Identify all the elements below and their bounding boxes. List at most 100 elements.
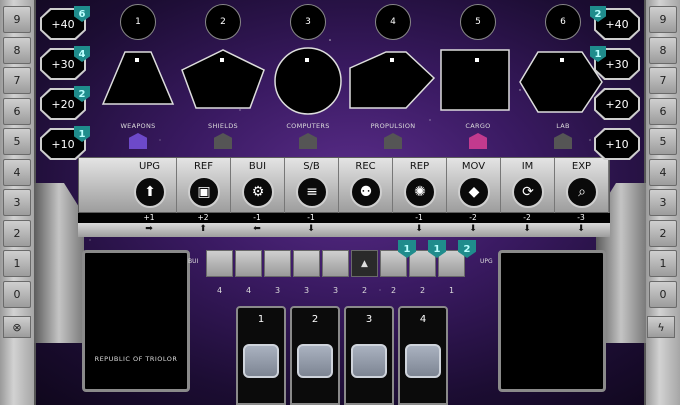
module-slot-number-3[interactable]: 3 [290, 4, 326, 40]
action-label: REP [409, 161, 430, 172]
ship-track-value: 2 [361, 286, 368, 295]
action-label: BUI [248, 161, 267, 172]
action-label: REF [193, 161, 214, 172]
action-arrow-icon: ⬇ [469, 224, 477, 234]
left-track-cell-8[interactable]: 8 [3, 36, 31, 64]
module-slot-weapons[interactable] [93, 44, 183, 118]
action-arrow-strip: ➡ ⬆ ⬅ ⬇ ⬇ ⬇ ⬇ ⬇ [78, 223, 610, 237]
ship-track-value: 3 [274, 286, 281, 295]
action-rep[interactable]: REP ✺ [393, 158, 447, 214]
ship-track-cell[interactable]: ▲ [351, 250, 378, 277]
action-label: S/B [303, 161, 320, 172]
bottom-slot-2[interactable]: 2 [290, 306, 340, 405]
ship-track-cell[interactable] [293, 250, 320, 277]
module-slot-cargo[interactable] [433, 44, 523, 118]
module-slot-number-4[interactable]: 4 [375, 4, 411, 40]
ship-track-value: 3 [332, 286, 339, 295]
right-track-cell-0[interactable]: 0 [649, 280, 677, 308]
module-slot-computers[interactable] [263, 44, 353, 118]
left-track-cell-2[interactable]: 2 [3, 219, 31, 247]
recruit-icon: ⚉ [350, 176, 382, 208]
left-track-cell-6[interactable]: 6 [3, 97, 31, 125]
right-track-cell-7[interactable]: 7 [649, 67, 677, 94]
ship-track-cell[interactable] [235, 250, 262, 277]
module-slot-propulsion[interactable] [348, 44, 438, 118]
right-track-cell-6[interactable]: 6 [649, 97, 677, 125]
module-slot-number-2[interactable]: 2 [205, 4, 241, 40]
action-label: UPG [138, 161, 161, 172]
action-mov[interactable]: MOV ◆ [447, 158, 501, 214]
bottom-slot-tile [351, 344, 387, 378]
bottom-slot-3[interactable]: 3 [344, 306, 394, 405]
module-label-computers: COMPUTERS [286, 122, 330, 130]
ship-track-value: 2 [390, 286, 397, 295]
draw-card-slot[interactable] [498, 250, 606, 392]
action-im[interactable]: IM ⟳ [501, 158, 555, 214]
cargo-icon [469, 133, 487, 149]
action-arrow-icon: ⬇ [577, 224, 585, 234]
action-arrow-icon: ⬇ [307, 224, 315, 234]
refine-icon: ▣ [188, 176, 220, 208]
ship-track-value: 4 [216, 286, 223, 295]
left-track-cell-4[interactable]: 4 [3, 158, 31, 186]
left-track-cell-5[interactable]: 5 [3, 128, 31, 155]
ship-track-cell[interactable] [264, 250, 291, 277]
game-board: 9876543210 9876543210 ⊗ ϟ UPG ⬆ REF ▣ BUI ⚙ S/… [0, 0, 680, 405]
left-track-cell-3[interactable]: 3 [3, 189, 31, 216]
bottom-slot-number: 3 [365, 314, 373, 325]
bottom-slot-number: 1 [257, 314, 265, 325]
action-upg[interactable]: UPG ⬆ [123, 158, 177, 214]
action-cost: -1 [307, 213, 315, 222]
right-track-cell-4[interactable]: 4 [649, 158, 677, 186]
action-bui[interactable]: BUI ⚙ [231, 158, 285, 214]
player-card[interactable] [82, 250, 190, 392]
right-score-track: 9 8 7 6 5 4 3 2 1 0 [644, 0, 680, 405]
right-track-cell-9[interactable]: 9 [649, 6, 677, 33]
right-track-cell-5[interactable]: 5 [649, 128, 677, 155]
lab-icon [554, 133, 572, 149]
bottom-slot-4[interactable]: 4 [398, 306, 448, 405]
engine-icon [384, 133, 402, 149]
ship-track-value: 3 [303, 286, 310, 295]
action-arrow-icon: ➡ [145, 224, 153, 234]
sell-buy-icon: ≡ [296, 176, 328, 208]
action-arrow-icon: ⬇ [523, 224, 531, 234]
explore-icon: ⌕ [566, 176, 598, 208]
action-cost: -3 [577, 213, 585, 222]
action-ref[interactable]: REF ▣ [177, 158, 231, 214]
module-label-propulsion: PROPULSION [370, 122, 416, 130]
action-label: EXP [571, 161, 592, 172]
module-slot-number-1[interactable]: 1 [120, 4, 156, 40]
faction-marker-icon: ⊗ [3, 316, 31, 338]
player-card-title: REPUBLIC OF TRIOLOR [94, 355, 178, 363]
left-track-cell-1[interactable]: 1 [3, 250, 31, 277]
right-bonus-3[interactable]: +10 [594, 128, 640, 160]
bottom-slot-1[interactable]: 1 [236, 306, 286, 405]
action-s-b[interactable]: S/B ≡ [285, 158, 339, 214]
module-slot-lab[interactable] [518, 44, 608, 118]
left-track-cell-7[interactable]: 7 [3, 67, 31, 94]
shield-icon [214, 133, 232, 149]
action-rec[interactable]: REC ⚉ [339, 158, 393, 214]
action-exp[interactable]: EXP ⌕ [555, 158, 609, 214]
right-track-cell-1[interactable]: 1 [649, 250, 677, 277]
action-arrow-icon: ⬆ [199, 224, 207, 234]
ship-track-cell[interactable] [322, 250, 349, 277]
right-track-cell-3[interactable]: 3 [649, 189, 677, 216]
module-slot-number-5[interactable]: 5 [460, 4, 496, 40]
chip-icon [299, 133, 317, 149]
right-track-cell-8[interactable]: 8 [649, 36, 677, 64]
left-score-track: 9 8 7 6 5 4 3 2 1 0 [0, 0, 36, 405]
improve-icon: ⟳ [512, 176, 544, 208]
module-slot-shields[interactable] [178, 44, 268, 118]
ship-track-value: 4 [245, 286, 252, 295]
ship-track-cell[interactable] [206, 250, 233, 277]
action-label: REC [355, 161, 376, 172]
left-track-cell-0[interactable]: 0 [3, 280, 31, 308]
module-slot-number-6[interactable]: 6 [545, 4, 581, 40]
module-label-cargo: CARGO [465, 122, 491, 130]
action-cost: +2 [197, 213, 209, 222]
right-track-cell-2[interactable]: 2 [649, 219, 677, 247]
left-wing-panel [34, 183, 84, 343]
left-track-cell-9[interactable]: 9 [3, 6, 31, 33]
